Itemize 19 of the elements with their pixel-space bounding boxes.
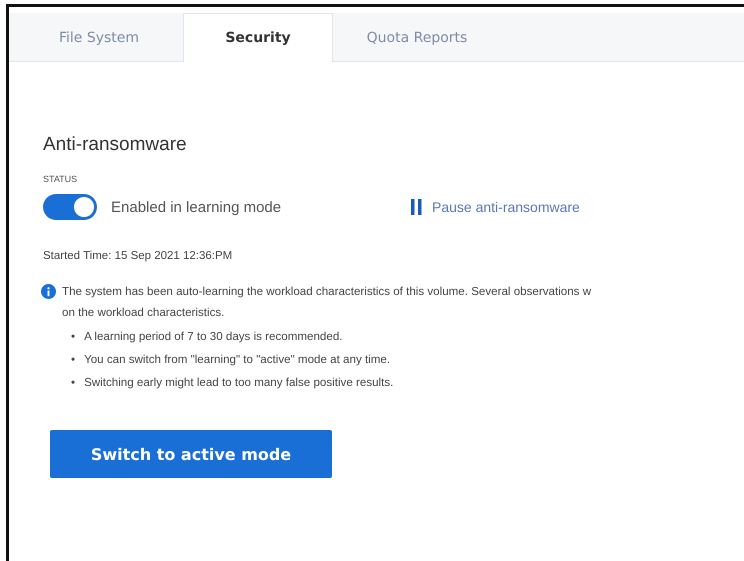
bullet-marker: • <box>71 376 76 389</box>
bullet-item: A learning period of 7 to 30 days is recommended. <box>84 330 342 343</box>
pause-icon <box>411 199 422 215</box>
status-label: STATUS <box>43 174 78 184</box>
section-title: Anti-ransomware <box>43 134 188 156</box>
tab[interactable]: Security <box>183 13 333 62</box>
bullet-item: Switching early might lead to too many false positive results. <box>84 376 394 389</box>
tab[interactable]: Quota Reports <box>333 13 501 61</box>
started-time: Started Time: 15 Sep 2021 12:36:PM <box>43 250 234 262</box>
tab[interactable]: File System <box>15 13 183 61</box>
info-icon <box>41 284 56 299</box>
toggle-label: Enabled in learning mode <box>111 198 282 216</box>
info-text: The system has been auto-learning the workload characteristics of this volume. Several observations w on the workload characteristics. <box>62 284 592 321</box>
bullet-marker: • <box>71 353 76 366</box>
bullet-marker: • <box>71 330 76 343</box>
switch-mode-button[interactable]: Switch to active mode <box>50 430 332 478</box>
pause-link[interactable]: Pause anti-ransomware <box>411 199 580 215</box>
toggle-switch[interactable] <box>43 194 97 220</box>
bullet-item: You can switch from "learning" to "active" mode at any time. <box>84 353 390 366</box>
